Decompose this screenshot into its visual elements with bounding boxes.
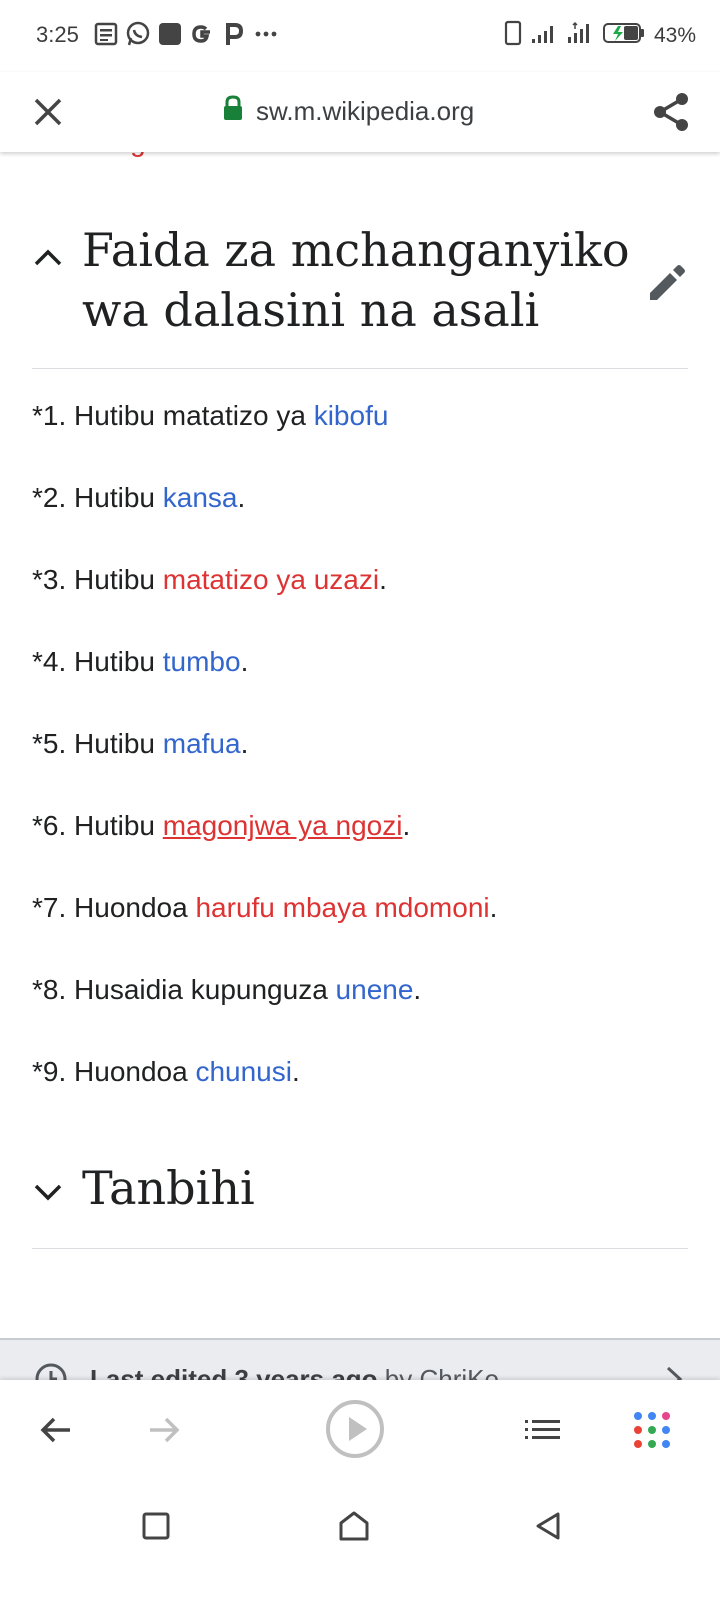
whatsapp-icon <box>124 20 152 48</box>
signal-icon <box>530 21 558 51</box>
status-time: 3:25 <box>36 22 79 47</box>
lock-icon <box>222 94 244 129</box>
list-item: *5. Hutibu mafua. <box>32 728 249 759</box>
list-item: *1. Hutibu matatizo ya kibofu <box>32 400 389 431</box>
section-title-tanbihi: Tanbihi <box>82 1161 255 1215</box>
battery-percent: 43% <box>653 24 696 47</box>
play-circle-icon[interactable] <box>322 1396 388 1462</box>
link-mafua[interactable]: mafua <box>163 728 241 759</box>
google-icon <box>188 20 216 48</box>
phone-outline-icon <box>504 20 522 52</box>
url-display[interactable]: sw.m.wikipedia.org <box>222 94 474 129</box>
link-chunusi[interactable]: chunusi <box>195 1056 292 1087</box>
link-kansa[interactable]: kansa <box>163 482 238 513</box>
p-app-icon <box>220 20 248 48</box>
list-item: *8. Husaidia kupunguza unene. <box>32 974 422 1005</box>
chevron-down-icon[interactable] <box>32 1176 64 1208</box>
system-navigation-bar <box>0 1480 720 1600</box>
list-item: *6. Hutibu magonjwa ya ngozi. <box>32 810 411 841</box>
share-icon[interactable] <box>650 90 694 134</box>
link-harufu-mbaya-mdomoni[interactable]: harufu mbaya mdomoni <box>195 892 489 923</box>
section-header-tanbihi[interactable]: Tanbihi <box>32 1158 688 1228</box>
recent-apps-icon[interactable] <box>132 1502 180 1550</box>
signal-data-icon <box>566 21 594 51</box>
browser-url-bar: sw.m.wikipedia.org <box>0 72 720 152</box>
home-icon[interactable] <box>330 1502 378 1550</box>
back-triangle-icon[interactable] <box>524 1502 572 1550</box>
link-unene[interactable]: unene <box>336 974 414 1005</box>
section-divider <box>32 1248 688 1249</box>
section-divider <box>32 368 688 369</box>
url-text: sw.m.wikipedia.org <box>256 96 475 126</box>
forward-arrow-icon[interactable] <box>136 1402 192 1458</box>
list-icon[interactable] <box>514 1402 570 1458</box>
list-item: *2. Hutibu kansa. <box>32 482 246 513</box>
browser-bottom-toolbar <box>0 1380 720 1480</box>
back-arrow-icon[interactable] <box>28 1402 84 1458</box>
section-title: Faida za mchanganyiko wa dalasini na asa… <box>82 223 630 337</box>
close-icon[interactable] <box>28 92 68 132</box>
pencil-edit-icon[interactable] <box>644 262 688 306</box>
apps-dots-icon[interactable] <box>624 1402 680 1458</box>
more-dots-icon <box>252 20 280 48</box>
app-square-icon <box>156 20 184 48</box>
battery-charging-icon <box>602 21 646 51</box>
chevron-up-icon[interactable] <box>32 242 64 274</box>
news-icon <box>92 20 120 48</box>
link-matatizo-ya-uzazi[interactable]: matatizo ya uzazi <box>163 564 379 595</box>
section-header-faida[interactable]: Faida za mchanganyiko wa dalasini na asa… <box>32 220 688 350</box>
list-item: *9. Huondoa chunusi. <box>32 1056 300 1087</box>
list-item: *3. Hutibu matatizo ya uzazi. <box>32 564 387 595</box>
status-system-icons: 43% <box>504 20 696 52</box>
status-notification-icons <box>92 20 280 48</box>
list-item: *7. Huondoa harufu mbaya mdomoni. <box>32 892 498 923</box>
list-item: *4. Hutibu tumbo. <box>32 646 249 677</box>
status-bar: 3:25 43% <box>0 0 720 72</box>
link-kibofu[interactable]: kibofu <box>314 400 389 431</box>
link-magonjwa-ya-ngozi[interactable]: magonjwa ya ngozi <box>163 810 403 841</box>
link-tumbo[interactable]: tumbo <box>163 646 241 677</box>
